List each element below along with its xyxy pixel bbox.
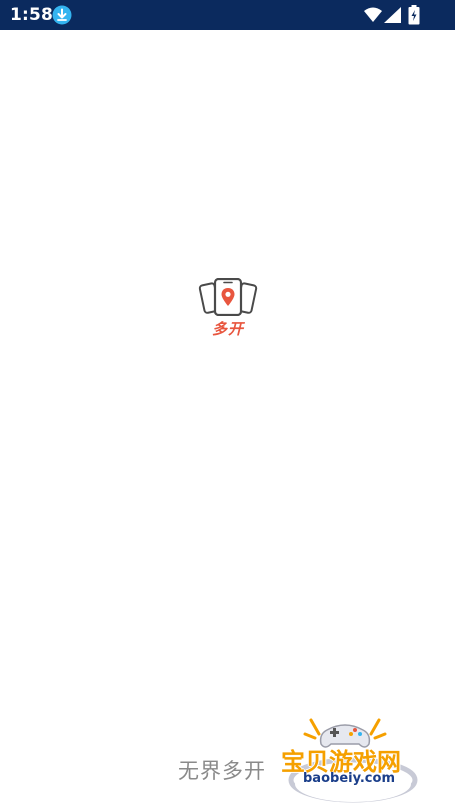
status-bar: 1:58 — [0, 0, 455, 30]
watermark-url: baobeiy.com — [303, 771, 395, 786]
wifi-icon — [364, 7, 382, 22]
signal-icon — [384, 7, 401, 23]
slogan-text: 无界多开 — [178, 759, 266, 783]
app-logo: 多开 — [196, 278, 260, 342]
app-logo-name: 多开 — [211, 320, 244, 338]
splash-screen: 1:58 多开 无界多开 宝贝游戏网 baobeiy.com — [0, 0, 455, 809]
battery-charging-icon — [408, 5, 420, 25]
phones-location-icon — [198, 278, 258, 316]
status-time: 1:58 — [10, 5, 54, 25]
download-icon — [52, 5, 72, 25]
watermark: 宝贝游戏网 baobeiy.com — [275, 712, 425, 806]
